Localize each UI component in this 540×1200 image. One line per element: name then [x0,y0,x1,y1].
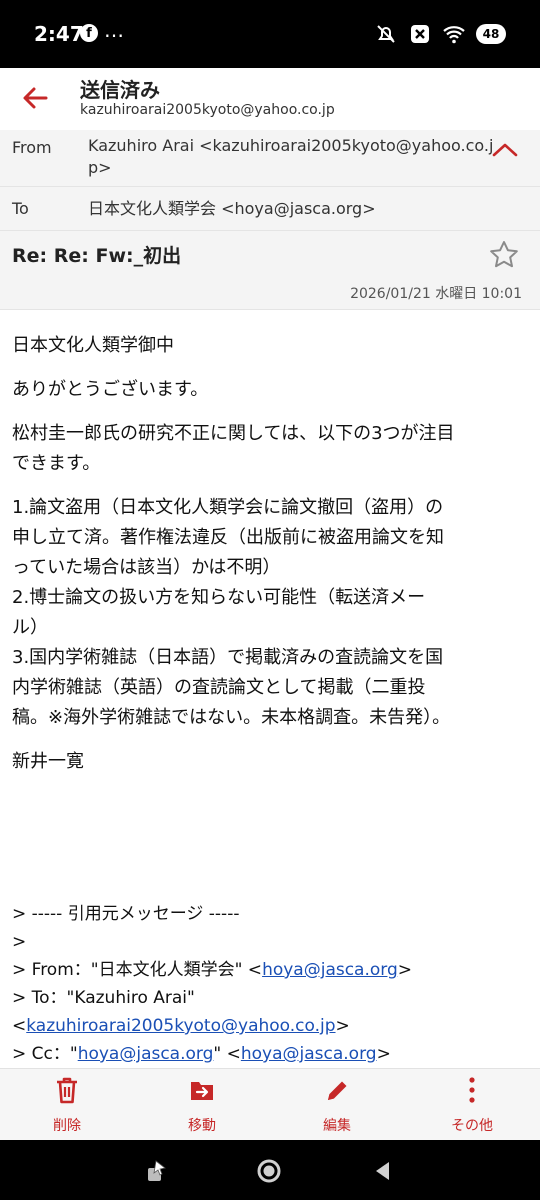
quote-blank: > [12,932,27,952]
battery-icon: 48 [476,24,506,44]
body-line: 1.論文盗用（日本文化人類学会に論文撤回（盗用）の [12,497,444,518]
more-notifications-icon: … [104,18,125,42]
quote-to-close: > [335,1016,350,1036]
body-line: 2.博士論文の扱い方を知らない可能性（転送済メー [12,587,426,608]
to-label: To [12,199,29,218]
quote-cc-mid: " < [213,1044,241,1064]
more-button[interactable]: その他 [422,1075,522,1137]
quote-from-prefix: > From："日本文化人類学会" < [12,960,263,980]
quote-cc-link[interactable]: hoya@jasca.org [78,1044,214,1064]
back-arrow-icon[interactable] [16,78,56,118]
body-paragraph: 1.論文盗用（日本文化人類学会に論文撤回（盗用）の 申し立て済。著作権法違反（出… [12,493,528,733]
delete-label: 削除 [53,1118,81,1134]
body-line: ル） [12,617,48,638]
body-line: 申し立て済。著作権法違反（出版前に被盗用論文を知 [12,527,444,548]
edit-button[interactable]: 編集 [287,1075,387,1137]
signature-name: 新井一寛 [12,751,84,772]
wifi-icon [443,26,465,44]
body-line: 松村圭一郎氏の研究不正に関しては、以下の3つが注目 [12,423,455,444]
quote-cc-line: > Cc："hoya@jasca.org" <hoya@jasca.org> [12,1040,528,1068]
more-label: その他 [451,1118,493,1134]
body-line: 内学術雑誌（英語）の査読論文として掲載（二重投 [12,677,426,698]
quote-to-link[interactable]: kazuhiroarai2005kyoto@yahoo.co.jp [26,1016,335,1036]
body-line: 3.国内学術雑誌（日本語）で掲載済みの査読論文を国 [12,647,444,668]
quote-from-line: > From："日本文化人類学会" <hoya@jasca.org> [12,956,528,984]
body-line: できます。 [12,453,101,474]
trash-icon [57,1077,77,1104]
star-icon[interactable] [488,239,520,271]
quote-from-suffix: > [397,960,413,980]
mail-body: 日本文化人類学御中 ありがとうございます。 松村圭一郎氏の研究不正に関しては、以… [12,318,528,777]
back-triangle-icon[interactable] [368,1156,398,1186]
quote-to-line: > To："Kazuhiro Arai" [12,988,195,1008]
body-paragraph: 日本文化人類学御中 [12,331,528,361]
body-line: ありがとうございます。 [12,379,209,400]
quote-cc-suffix: > [376,1044,391,1064]
quoted-message: > ----- 引用元メッセージ ----- > > From："日本文化人類学… [12,900,528,1068]
status-time: 2:47 [34,22,84,46]
quote-cc-link[interactable]: hoya@jasca.org [241,1044,377,1064]
account-email: kazuhiroarai2005kyoto@yahoo.co.jp [80,102,335,118]
edit-label: 編集 [323,1118,351,1134]
quote-from-link[interactable]: hoya@jasca.org [262,960,398,980]
move-label: 移動 [188,1118,216,1134]
folder-title: 送信済み [80,78,160,102]
quote-header: > ----- 引用元メッセージ ----- [12,904,240,924]
bell-muted-icon [377,25,395,43]
to-row: To 日本文化人類学会 <hoya@jasca.org> [0,186,540,230]
body-line: 日本文化人類学御中 [12,335,174,356]
quote-to-open: < [12,1016,27,1036]
subject-area: Re: Re: Fw:_初出 2026/01/21 水曜日 10:01 [0,230,540,310]
body-paragraph: 松村圭一郎氏の研究不正に関しては、以下の3つが注目 できます。 [12,419,528,479]
home-icon[interactable] [254,1156,284,1186]
mail-date: 2026/01/21 水曜日 10:01 [350,286,522,302]
move-to-folder-icon [191,1082,213,1100]
close-box-icon [411,25,429,43]
quote-cc-prefix: > Cc：" [12,1044,78,1064]
to-value[interactable]: 日本文化人類学会 <hoya@jasca.org> [88,198,376,220]
signature: 新井一寛 [12,747,528,777]
body-line: っていた場合は該当）かは不明） [12,557,281,578]
from-row: From Kazuhiro Arai <kazuhiroarai2005kyot… [0,130,540,186]
subject-title: Re: Re: Fw:_初出 [12,245,182,267]
recent-apps-icon[interactable] [142,1156,172,1186]
move-button[interactable]: 移動 [152,1075,252,1137]
status-icons: 48 [374,20,506,48]
facebook-notification-icon: f [80,24,98,42]
delete-button[interactable]: 削除 [17,1075,117,1137]
bottom-toolbar: 削除 移動 編集 その他 [0,1068,540,1140]
from-value[interactable]: Kazuhiro Arai <kazuhiroarai2005kyoto@yah… [88,135,498,179]
quote-to-address-line: <kazuhiroarai2005kyoto@yahoo.co.jp> [12,1012,528,1040]
chevron-up-icon[interactable] [490,138,520,162]
body-paragraph: ありがとうございます。 [12,375,528,405]
app-header: 送信済み kazuhiroarai2005kyoto@yahoo.co.jp [0,68,540,130]
from-label: From [12,138,52,157]
body-line: 稿。※海外学術雑誌ではない。未本格調査。未告発）。 [12,707,451,728]
more-vertical-icon [469,1077,475,1103]
status-bar: 2:47 f … 48 [0,0,540,68]
system-nav-bar [0,1140,540,1200]
pencil-icon [328,1081,347,1100]
